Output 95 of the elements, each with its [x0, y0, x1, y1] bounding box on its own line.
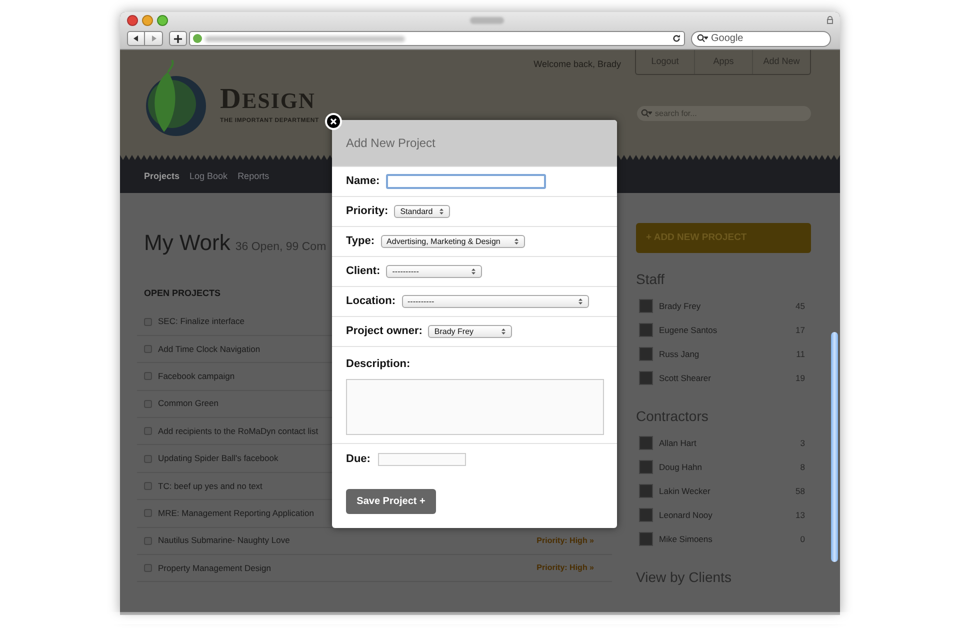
- updown-arrows-icon: [514, 238, 519, 245]
- checkbox[interactable]: [144, 318, 152, 326]
- person-name[interactable]: Russ Jang: [659, 348, 700, 360]
- minimize-window-icon[interactable]: [142, 14, 153, 26]
- dropdown-select[interactable]: ----------: [386, 265, 482, 278]
- person-name[interactable]: Scott Shearer: [659, 372, 711, 384]
- avatar-placeholder: [639, 508, 653, 522]
- avatar-placeholder: [639, 532, 653, 546]
- search-icon: [641, 109, 652, 118]
- zoom-window-icon[interactable]: [157, 14, 168, 26]
- avatar-placeholder: [639, 323, 653, 337]
- person-name[interactable]: Eugene Santos: [659, 324, 718, 336]
- field-label: Name:: [346, 174, 380, 190]
- project-count: 11: [796, 348, 805, 360]
- project-title[interactable]: Facebook campaign: [158, 370, 235, 383]
- dropdown-select[interactable]: Brady Frey: [428, 325, 512, 338]
- updown-arrows-icon: [501, 328, 506, 335]
- address-field[interactable]: [189, 31, 685, 46]
- logo-title: DESIGN: [220, 86, 316, 114]
- save-project-button[interactable]: Save Project +: [346, 488, 436, 514]
- blurred-title: [470, 16, 504, 24]
- project-title[interactable]: Updating Spider Ball's facebook: [158, 452, 278, 466]
- updown-arrows-icon: [439, 208, 444, 215]
- dropdown-select[interactable]: Standard: [394, 205, 450, 218]
- project-title[interactable]: SEC: Finalize interface: [158, 315, 244, 328]
- checkbox[interactable]: [144, 427, 152, 436]
- checkbox[interactable]: [144, 454, 152, 463]
- checkbox[interactable]: [144, 345, 152, 354]
- person-name[interactable]: Brady Frey: [659, 300, 701, 312]
- field-label: Description:: [346, 357, 412, 372]
- checkbox[interactable]: [144, 536, 152, 545]
- updown-arrows-icon: [578, 298, 582, 305]
- person-name[interactable]: Doug Hahn: [659, 460, 702, 474]
- field-label: Location:: [346, 294, 396, 310]
- right-triangle-icon: [150, 35, 156, 42]
- due-date-input[interactable]: [378, 453, 466, 466]
- project-count: 58: [796, 484, 805, 498]
- project-count: 17: [796, 324, 805, 336]
- page-title: My Work: [144, 229, 230, 257]
- person-name[interactable]: Leonard Nooy: [659, 508, 712, 522]
- person-name[interactable]: Lakin Wecker: [659, 484, 710, 498]
- welcome-text: Welcome back, Brady: [534, 58, 621, 71]
- search-icon: [697, 34, 708, 43]
- project-count: 0: [800, 532, 805, 546]
- project-title[interactable]: Common Green: [158, 397, 218, 410]
- lock-icon: [827, 16, 833, 24]
- dialog-title: Add New Project: [346, 135, 436, 152]
- project-title[interactable]: Property Management Design: [158, 562, 271, 575]
- field-label: Client:: [346, 264, 380, 280]
- left-triangle-icon: [133, 35, 139, 42]
- project-title[interactable]: Nautilus Submarine- Naughty Love: [158, 534, 290, 548]
- person-name[interactable]: Allan Hart: [659, 436, 696, 450]
- reload-icon[interactable]: [672, 34, 681, 43]
- back-button[interactable]: [127, 31, 145, 46]
- nav-link[interactable]: Projects: [144, 170, 180, 184]
- nav-link[interactable]: Log Book: [190, 170, 228, 184]
- browser-search-field[interactable]: Google: [691, 30, 831, 46]
- nav-link[interactable]: Reports: [238, 170, 270, 184]
- plus-icon: [174, 34, 182, 42]
- field-label: Due:: [346, 452, 370, 468]
- avatar-placeholder: [639, 436, 653, 450]
- project-count: 3: [800, 436, 805, 450]
- checkbox[interactable]: [144, 372, 152, 380]
- updown-arrows-icon: [471, 268, 476, 275]
- avatar-placeholder: [639, 299, 653, 313]
- project-count: 19: [796, 372, 805, 384]
- project-count: 8: [800, 460, 805, 474]
- description-textarea[interactable]: [346, 378, 604, 434]
- avatar-placeholder: [639, 460, 653, 474]
- checkbox[interactable]: [144, 564, 152, 572]
- dropdown-select[interactable]: Advertising, Marketing & Design: [380, 235, 525, 248]
- project-count: 45: [796, 300, 805, 312]
- avatar-placeholder: [639, 371, 653, 385]
- checkbox[interactable]: [144, 482, 152, 490]
- avatar-placeholder: [639, 347, 653, 361]
- project-title[interactable]: MRE: Management Reporting Application: [158, 507, 314, 520]
- dropdown-select[interactable]: ----------: [402, 295, 588, 308]
- add-bookmark-button[interactable]: [169, 31, 187, 46]
- avatar-placeholder: [639, 484, 653, 498]
- field-label: Type:: [346, 234, 375, 250]
- person-name[interactable]: Mike Simoens: [659, 532, 712, 546]
- project-title[interactable]: Add recipients to the RoMaDyn contact list: [158, 424, 318, 438]
- checkbox[interactable]: [144, 509, 152, 518]
- project-count: 13: [796, 508, 805, 522]
- priority-tag[interactable]: Priority: High »: [536, 534, 594, 547]
- priority-tag[interactable]: Priority: High »: [536, 562, 594, 574]
- field-label: Project owner:: [346, 324, 422, 340]
- section-heading: OPEN PROJECTS: [144, 287, 221, 300]
- close-window-icon[interactable]: [127, 14, 138, 26]
- project-title[interactable]: TC: beef up yes and no text: [158, 480, 262, 492]
- checkbox[interactable]: [144, 400, 152, 408]
- site-favicon: [193, 34, 202, 43]
- field-label: Priority:: [346, 204, 388, 220]
- name-input[interactable]: [386, 174, 546, 189]
- project-title[interactable]: Add Time Clock Navigation: [158, 342, 260, 356]
